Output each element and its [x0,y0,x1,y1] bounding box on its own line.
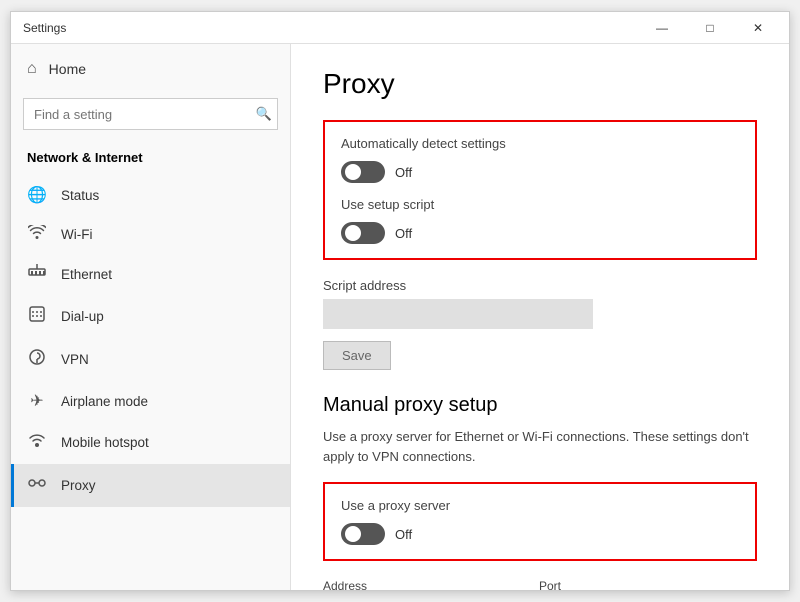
dialup-icon [27,305,47,328]
port-group: Port [539,579,619,590]
save-button[interactable]: Save [323,341,391,370]
search-input[interactable] [23,98,278,130]
content-area: ⌂ Home 🔍 Network & Internet 🌐 Status [11,44,789,590]
proxy-icon [27,474,47,497]
auto-detect-label: Automatically detect settings [341,136,739,151]
sidebar-item-ethernet[interactable]: Ethernet [11,254,290,295]
setup-script-toggle-label: Off [395,226,412,241]
nav-label-vpn: VPN [61,352,89,367]
proxy-server-toggle-label: Off [395,527,412,542]
sidebar-item-proxy[interactable]: Proxy [11,464,290,507]
hotspot-icon [27,431,47,454]
sidebar-item-hotspot[interactable]: Mobile hotspot [11,421,290,464]
settings-window: Settings — □ ✕ ⌂ Home 🔍 Network & Intern… [10,11,790,591]
auto-proxy-box: Automatically detect settings Off Use se… [323,120,757,260]
auto-detect-toggle[interactable] [341,161,385,183]
address-group: Address [323,579,523,590]
airplane-icon: ✈ [27,391,47,411]
proxy-server-box: Use a proxy server Off [323,482,757,561]
status-icon: 🌐 [27,185,47,205]
nav-label-hotspot: Mobile hotspot [61,435,149,450]
toggle-knob [345,164,361,180]
nav-label-airplane: Airplane mode [61,394,148,409]
setup-script-toggle-row: Off [341,222,739,244]
setup-script-toggle[interactable] [341,222,385,244]
search-icon[interactable]: 🔍 [256,106,272,122]
address-port-row: Address Port [323,579,757,590]
nav-label-dialup: Dial-up [61,309,104,324]
sidebar-item-status[interactable]: 🌐 Status [11,175,290,215]
nav-label-status: Status [61,188,99,203]
proxy-server-toggle-row: Off [341,523,739,545]
titlebar-buttons: — □ ✕ [639,12,781,44]
nav-label-ethernet: Ethernet [61,267,112,282]
home-icon: ⌂ [27,60,37,78]
toggle-knob-2 [345,225,361,241]
address-label: Address [323,579,523,590]
close-button[interactable]: ✕ [735,12,781,44]
auto-detect-toggle-row: Off [341,161,739,183]
window-title: Settings [23,21,66,35]
titlebar: Settings — □ ✕ [11,12,789,44]
toggle-knob-3 [345,526,361,542]
proxy-server-toggle[interactable] [341,523,385,545]
main-content: Proxy Automatically detect settings Off … [291,44,789,590]
proxy-server-label: Use a proxy server [341,498,739,513]
sidebar-section-title: Network & Internet [11,142,290,175]
nav-label-wifi: Wi-Fi [61,227,92,242]
sidebar-item-vpn[interactable]: VPN [11,338,290,381]
manual-proxy-title: Manual proxy setup [323,394,757,417]
home-label: Home [49,61,86,77]
page-title: Proxy [323,68,757,100]
manual-proxy-desc: Use a proxy server for Ethernet or Wi-Fi… [323,427,753,466]
sidebar-item-wifi[interactable]: Wi-Fi [11,215,290,254]
sidebar-item-dialup[interactable]: Dial-up [11,295,290,338]
script-address-input[interactable] [323,299,593,329]
search-box: 🔍 [23,98,278,130]
script-address-label: Script address [323,278,757,293]
setup-script-label: Use setup script [341,197,739,212]
wifi-icon [27,225,47,244]
nav-label-proxy: Proxy [61,478,96,493]
sidebar-item-airplane[interactable]: ✈ Airplane mode [11,381,290,421]
minimize-button[interactable]: — [639,12,685,44]
maximize-button[interactable]: □ [687,12,733,44]
auto-detect-toggle-label: Off [395,165,412,180]
sidebar: ⌂ Home 🔍 Network & Internet 🌐 Status [11,44,291,590]
ethernet-icon [27,264,47,285]
vpn-icon [27,348,47,371]
port-label: Port [539,579,619,590]
sidebar-home[interactable]: ⌂ Home [11,44,290,94]
